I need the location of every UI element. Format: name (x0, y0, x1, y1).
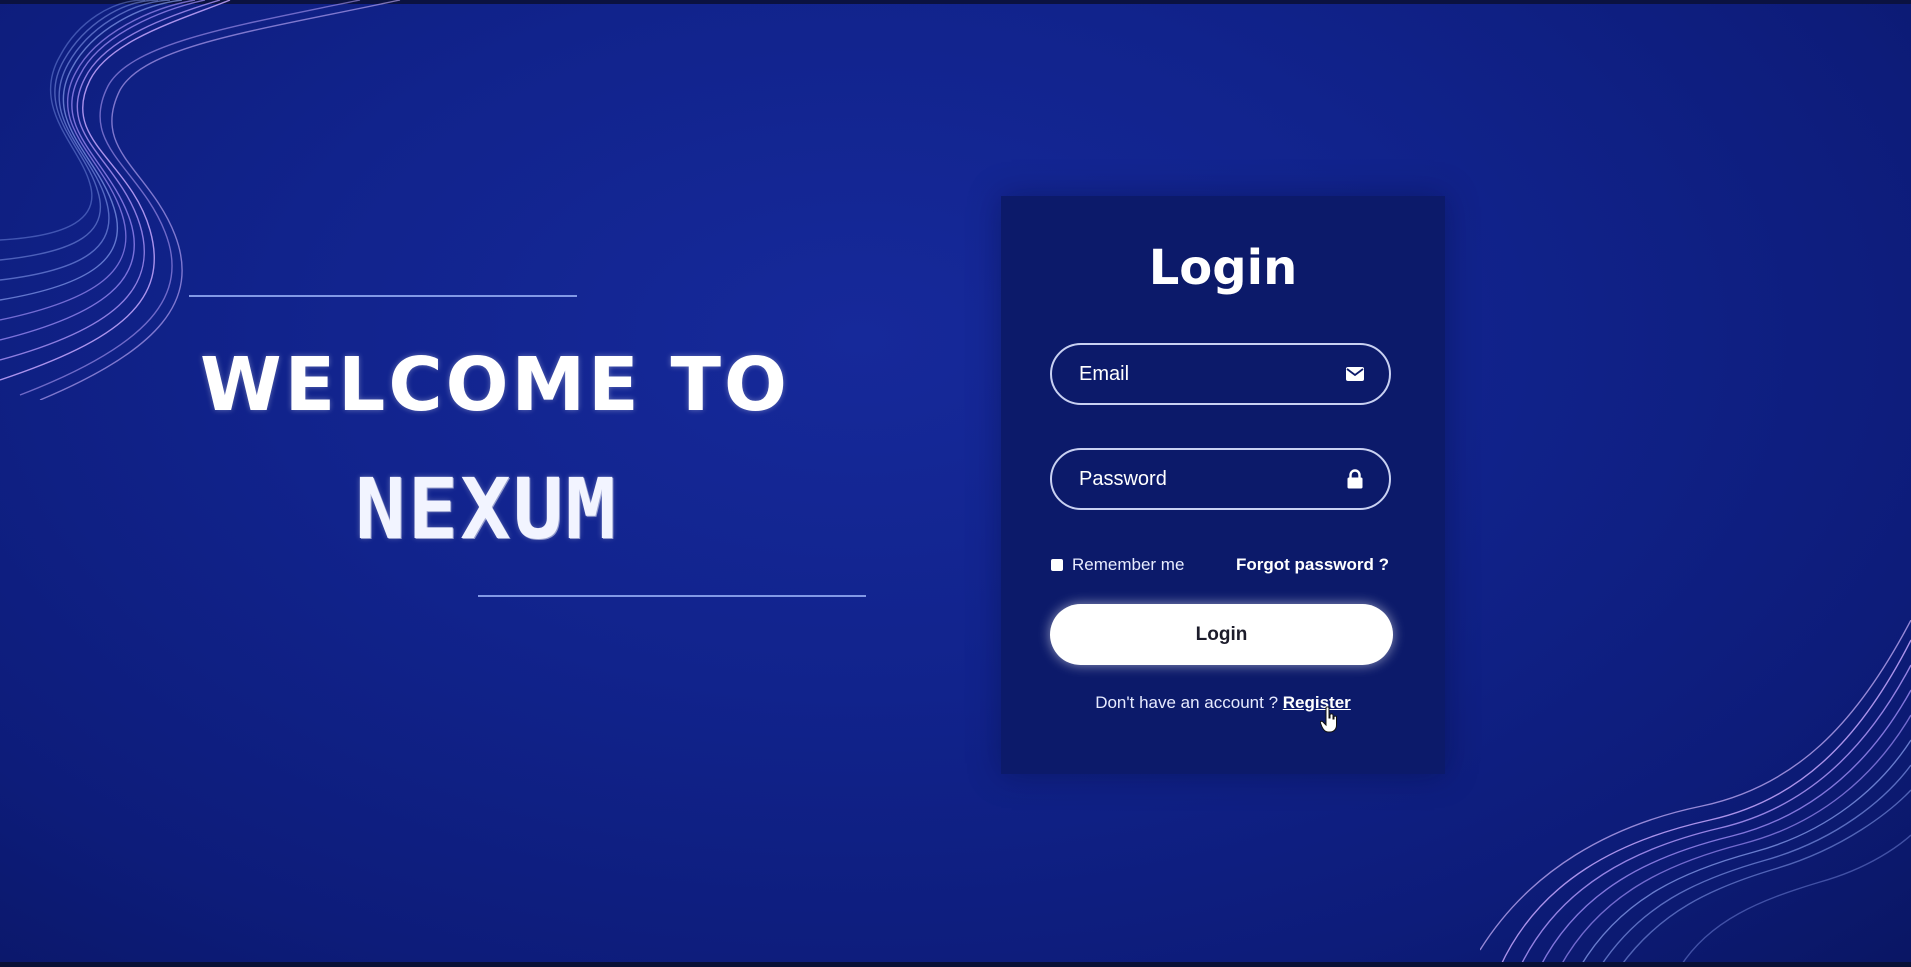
envelope-icon (1345, 364, 1365, 384)
remember-me-label: Remember me (1072, 555, 1185, 574)
bottom-edge (0, 962, 1911, 967)
register-link[interactable]: Register (1283, 693, 1351, 712)
brand-name: NEXUM (355, 460, 618, 558)
email-input[interactable] (1079, 362, 1345, 386)
forgot-password-link[interactable]: Forgot password ? (1236, 555, 1389, 575)
password-input[interactable] (1079, 467, 1345, 491)
wave-decoration-top-left (0, 0, 401, 400)
lock-icon (1345, 469, 1365, 489)
decorative-line-top (189, 295, 577, 297)
login-title: Login (1148, 240, 1298, 296)
register-prompt-text: Don't have an account ? (1095, 693, 1279, 712)
decorative-line-bottom (478, 595, 866, 597)
top-edge (0, 0, 1911, 4)
register-prompt-row: Don't have an account ? Register (1001, 693, 1445, 713)
remember-me-checkbox[interactable] (1051, 559, 1063, 571)
welcome-heading: WELCOME TO (200, 342, 790, 428)
email-field[interactable] (1050, 343, 1391, 405)
password-field[interactable] (1050, 448, 1391, 510)
login-button[interactable]: Login (1050, 604, 1393, 665)
remember-me-option[interactable]: Remember me (1051, 555, 1184, 575)
wave-decoration-bottom-right (1480, 620, 1911, 967)
hand-cursor-icon (1320, 706, 1337, 733)
